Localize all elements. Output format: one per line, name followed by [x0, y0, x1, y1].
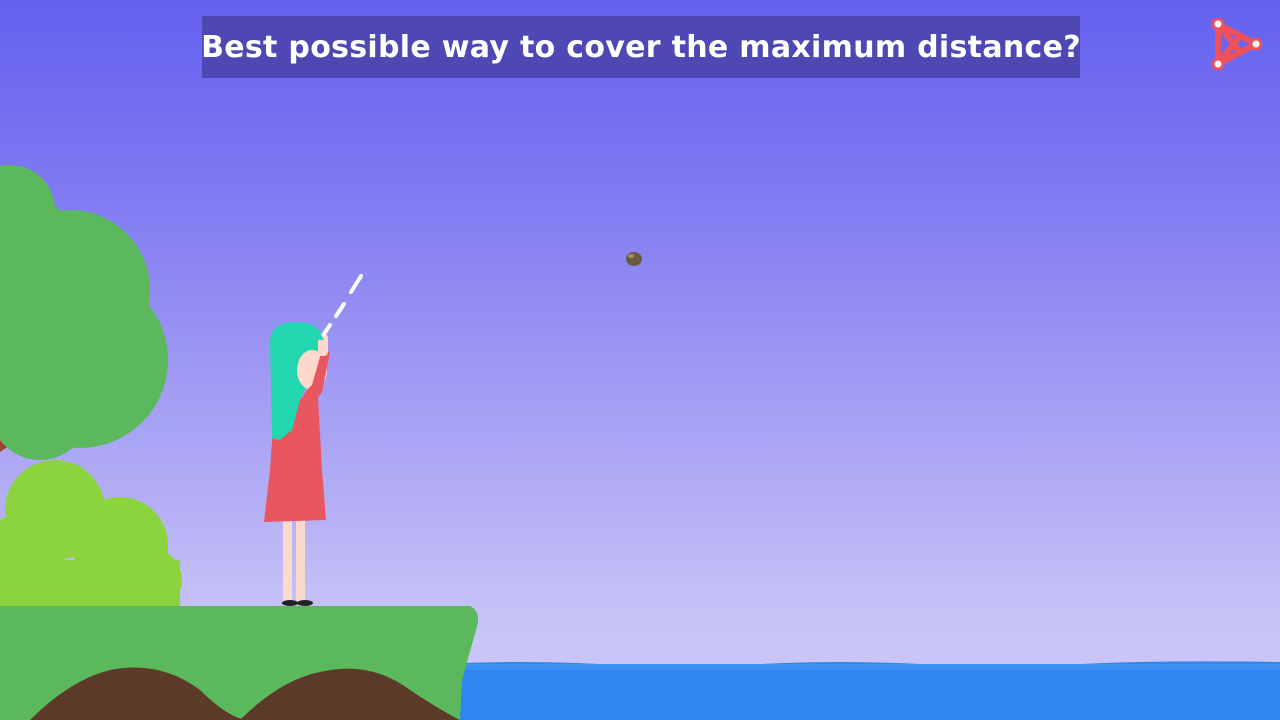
girl: [264, 322, 330, 606]
scene: Best possible way to cover the maximum d…: [0, 0, 1280, 720]
cliff: [0, 606, 478, 720]
bush: [0, 460, 182, 612]
tree: [0, 165, 168, 460]
sea: [440, 661, 1280, 720]
throw-trajectory-dashes: [322, 274, 363, 336]
illustration: [0, 165, 1280, 720]
stone-icon: [626, 252, 642, 266]
